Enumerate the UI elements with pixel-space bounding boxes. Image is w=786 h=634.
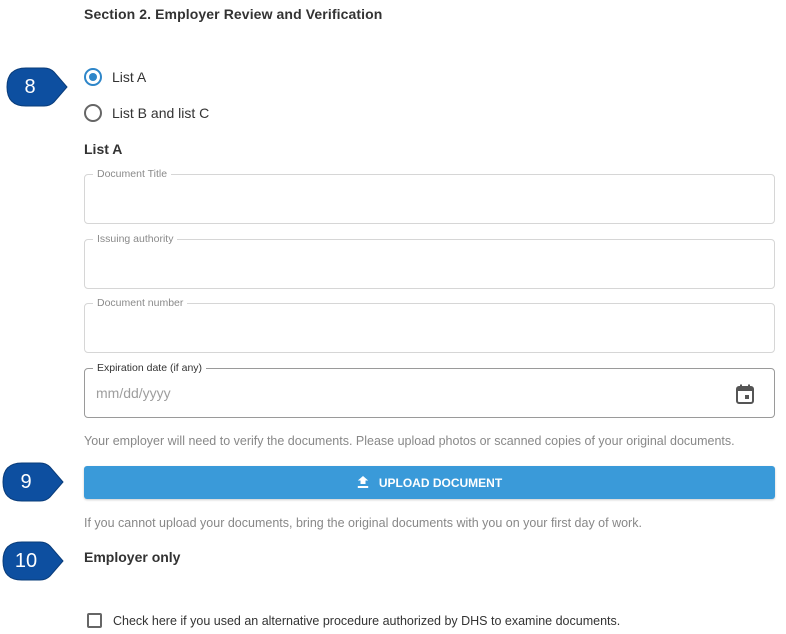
radio-button-selected[interactable] <box>84 68 102 86</box>
callout-number: 10 <box>14 549 38 572</box>
expiration-date-field[interactable]: Expiration date (if any) <box>84 362 775 418</box>
callout-badge-8: 8 <box>6 67 68 107</box>
radio-label-list-a: List A <box>112 69 147 85</box>
document-title-field[interactable]: Document Title <box>84 168 775 224</box>
callout-badge-10: 10 <box>2 541 64 581</box>
radio-label-list-b-c: List B and list C <box>112 105 210 121</box>
upload-fallback-text: If you cannot upload your documents, bri… <box>84 516 642 530</box>
issuing-authority-field[interactable]: Issuing authority <box>84 233 775 289</box>
upload-icon <box>357 476 369 488</box>
callout-number: 8 <box>24 75 36 98</box>
upload-button-label: UPLOAD DOCUMENT <box>378 475 503 490</box>
issuing-authority-input[interactable] <box>96 240 716 288</box>
section-title: Section 2. Employer Review and Verificat… <box>84 6 383 22</box>
document-number-input[interactable] <box>96 304 716 352</box>
radio-button-unselected[interactable] <box>84 104 102 122</box>
radio-option-list-a[interactable]: List A <box>84 68 146 86</box>
alt-procedure-checkbox[interactable] <box>87 613 102 628</box>
list-a-heading: List A <box>84 141 123 157</box>
employer-only-heading: Employer only <box>84 549 181 565</box>
expiration-date-input[interactable] <box>96 369 716 417</box>
document-number-field[interactable]: Document number <box>84 297 775 353</box>
upload-helper-text: Your employer will need to verify the do… <box>84 434 735 448</box>
alt-procedure-label: Check here if you used an alternative pr… <box>113 613 621 628</box>
callout-number: 9 <box>20 470 32 493</box>
document-title-input[interactable] <box>96 175 716 223</box>
calendar-icon[interactable] <box>736 384 754 404</box>
alt-procedure-checkbox-row[interactable]: Check here if you used an alternative pr… <box>87 613 620 628</box>
upload-document-button[interactable]: UPLOAD DOCUMENT <box>84 466 775 499</box>
radio-option-list-b-c[interactable]: List B and list C <box>84 104 209 122</box>
callout-badge-9: 9 <box>2 462 64 502</box>
